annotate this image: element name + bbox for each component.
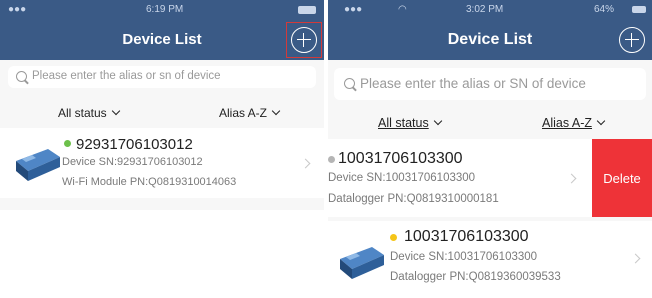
filter-status-label: All status (58, 106, 107, 120)
device-sn: Device SN:92931706103012 (62, 156, 203, 168)
search-input[interactable]: Please enter the alias or SN of device (334, 68, 646, 100)
device-alias: 10031706103300 (404, 228, 529, 245)
sort-dropdown[interactable]: Alias A-Z (542, 116, 606, 130)
list-item[interactable]: 10031706103300 Device SN:10031706103300 … (328, 139, 652, 217)
status-time: 6:19 PM (146, 4, 184, 15)
wifi-icon: ◠ (398, 4, 407, 15)
list-item[interactable]: 10031706103300 Device SN:10031706103300 … (328, 221, 652, 298)
search-placeholder: Please enter the alias or SN of device (360, 76, 586, 91)
search-placeholder: Please enter the alias or sn of device (32, 70, 221, 82)
device-pn: Wi-Fi Module PN:Q0819310014063 (62, 176, 237, 188)
right-phone-screen: ●●● ◠ 3:02 PM 64% Device List Please ent… (328, 0, 652, 298)
chevron-down-icon (271, 106, 281, 116)
battery-icon (298, 6, 316, 14)
chevron-down-icon (111, 106, 120, 116)
delete-button[interactable]: Delete (592, 139, 652, 217)
highlight-annotation (286, 22, 322, 58)
chevron-down-icon (596, 116, 606, 126)
left-phone-screen: ●●● 6:19 PM Device List Please enter the… (0, 0, 324, 210)
chevron-right-icon (566, 173, 577, 184)
status-bar: ●●● 6:19 PM (0, 0, 324, 20)
navbar: Device List (0, 20, 324, 60)
status-dot (390, 234, 397, 241)
device-pn: Datalogger PN:Q0819310000181 (328, 193, 499, 205)
search-icon (16, 71, 27, 82)
device-alias: 10031706103300 (338, 150, 463, 167)
chevron-right-icon (300, 158, 311, 169)
filter-status-label: All status (378, 116, 429, 130)
filter-status-dropdown[interactable]: All status (378, 116, 442, 130)
battery-percent: 64% (594, 4, 615, 15)
status-bar: ●●● ◠ 3:02 PM 64% (328, 0, 652, 20)
chevron-down-icon (433, 116, 442, 126)
search-icon (344, 78, 355, 89)
datalogger-device-icon (340, 247, 384, 279)
chevron-right-icon (630, 253, 641, 264)
page-title: Device List (447, 31, 533, 48)
filter-status-dropdown[interactable]: All status (58, 106, 120, 120)
add-device-icon[interactable] (619, 27, 645, 53)
status-time: 3:02 PM (466, 4, 504, 15)
status-dot (64, 140, 71, 147)
page-title: Device List (122, 31, 202, 48)
list-item[interactable]: 92931706103012 Device SN:92931706103012 … (0, 128, 324, 198)
navbar: Device List (328, 20, 652, 60)
device-alias: 92931706103012 (76, 136, 193, 153)
device-pn: Datalogger PN:Q0819360039533 (390, 271, 561, 283)
signal-icon: ●●● (8, 4, 27, 15)
sort-label: Alias A-Z (219, 106, 268, 120)
signal-icon: ●●● (344, 4, 363, 15)
search-input[interactable]: Please enter the alias or sn of device (8, 66, 316, 88)
sort-label: Alias A-Z (542, 116, 593, 130)
device-sn: Device SN:10031706103300 (390, 251, 538, 263)
status-dot (328, 156, 335, 163)
sort-dropdown[interactable]: Alias A-Z (219, 106, 281, 120)
battery-icon (632, 6, 646, 13)
device-sn: Device SN:10031706103300 (328, 172, 476, 184)
datalogger-device-icon (16, 149, 60, 181)
